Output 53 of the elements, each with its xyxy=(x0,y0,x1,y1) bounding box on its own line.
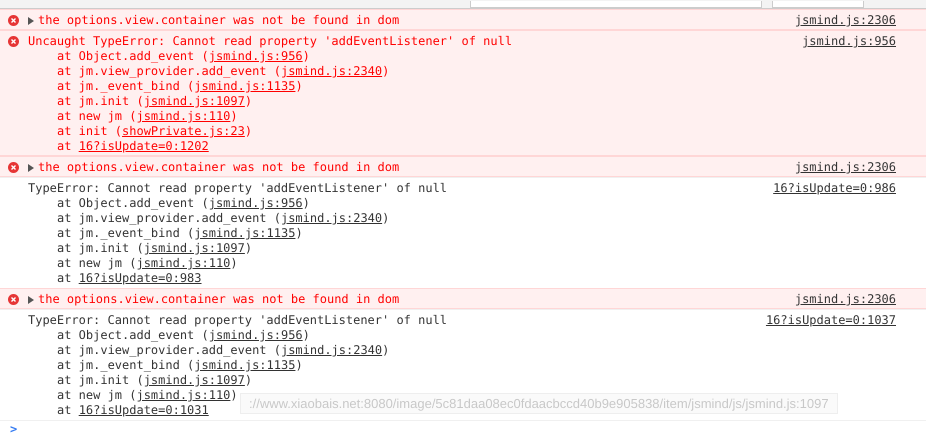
stack-trace-line: at jm.init (jsmind.js:1097) xyxy=(56,241,254,256)
stack-trace-line: at jm.view_provider.add_event (jsmind.js:2340) xyxy=(56,64,390,79)
file-link[interactable]: 16?isUpdate=0:1202 xyxy=(78,139,209,153)
stack-trace-line: at jm.view_provider.add_event (jsmind.js:2340) xyxy=(56,211,390,226)
stack-trace-line: at 16?isUpdate=0:983 xyxy=(56,271,203,286)
expand-caret-icon[interactable] xyxy=(28,16,34,24)
message-text: the options.view.container was not be found in dom xyxy=(38,160,400,175)
message-text: TypeError: Cannot read property 'addEventListener' of null xyxy=(28,313,448,328)
message-text: the options.view.container was not be found in dom xyxy=(38,13,400,28)
file-link[interactable]: jsmind.js:110 xyxy=(136,109,230,123)
file-link[interactable]: jsmind.js:1135 xyxy=(194,358,296,372)
file-link[interactable]: jsmind.js:1135 xyxy=(194,226,296,240)
stack-trace-line: at jm.init (jsmind.js:1097) xyxy=(56,94,254,109)
file-link[interactable]: jsmind.js:956 xyxy=(208,196,303,210)
expand-caret-icon[interactable] xyxy=(28,296,34,304)
file-link[interactable]: jsmind.js:1097 xyxy=(144,373,245,387)
file-link[interactable]: jsmind.js:110 xyxy=(136,256,230,270)
source-link[interactable]: 16?isUpdate=0:986 xyxy=(773,181,896,196)
file-link[interactable]: jsmind.js:1135 xyxy=(194,79,296,93)
file-link[interactable]: showPrivate.js:23 xyxy=(122,124,245,138)
prompt-caret[interactable]: > xyxy=(10,422,18,436)
stack-trace-line: at Object.add_event (jsmind.js:956) xyxy=(56,328,311,343)
file-link[interactable]: jsmind.js:2340 xyxy=(280,64,382,78)
stack-trace-line: at 16?isUpdate=0:1202 xyxy=(56,139,210,154)
message-text: the options.view.container was not be found in dom xyxy=(38,292,400,307)
stack-trace-line: at Object.add_event (jsmind.js:956) xyxy=(56,49,311,64)
file-link[interactable]: jsmind.js:2340 xyxy=(280,343,382,357)
stack-trace-line: at new jm (jsmind.js:110) xyxy=(56,256,239,271)
source-link[interactable]: 16?isUpdate=0:1037 xyxy=(766,313,896,328)
stack-trace-line: at init (showPrivate.js:23) xyxy=(56,124,254,139)
stack-trace-line: at jm.view_provider.add_event (jsmind.js:2340) xyxy=(56,343,390,358)
file-link[interactable]: jsmind.js:1097 xyxy=(144,241,245,255)
source-link[interactable]: jsmind.js:956 xyxy=(802,34,896,49)
stack-trace-line: at jm._event_bind (jsmind.js:1135) xyxy=(56,79,304,94)
file-link[interactable]: jsmind.js:110 xyxy=(136,388,230,402)
filter-field[interactable] xyxy=(470,1,762,8)
message-text: Uncaught TypeError: Cannot read property 'addEventListener' of null xyxy=(28,34,514,49)
source-link[interactable]: jsmind.js:2306 xyxy=(794,292,896,307)
message-text: TypeError: Cannot read property 'addEventListener' of null xyxy=(28,181,448,196)
stack-trace-line: at jm._event_bind (jsmind.js:1135) xyxy=(56,226,304,241)
file-link[interactable]: 16?isUpdate=0:983 xyxy=(78,271,202,285)
source-link[interactable]: jsmind.js:2306 xyxy=(794,160,896,175)
file-link[interactable]: 16?isUpdate=0:1031 xyxy=(78,403,209,417)
file-link[interactable]: jsmind.js:956 xyxy=(208,328,303,342)
stack-trace-line: at Object.add_event (jsmind.js:956) xyxy=(56,196,311,211)
expand-caret-icon[interactable] xyxy=(28,164,34,172)
stack-trace-line: at jm.init (jsmind.js:1097) xyxy=(56,373,254,388)
stack-trace-line: at jm._event_bind (jsmind.js:1135) xyxy=(56,358,304,373)
file-link[interactable]: jsmind.js:2340 xyxy=(280,211,382,225)
stack-trace-line: at new jm (jsmind.js:110) xyxy=(56,109,239,124)
file-link[interactable]: jsmind.js:956 xyxy=(208,49,303,63)
file-link[interactable]: jsmind.js:1097 xyxy=(144,94,245,108)
source-link[interactable]: jsmind.js:2306 xyxy=(794,13,896,28)
